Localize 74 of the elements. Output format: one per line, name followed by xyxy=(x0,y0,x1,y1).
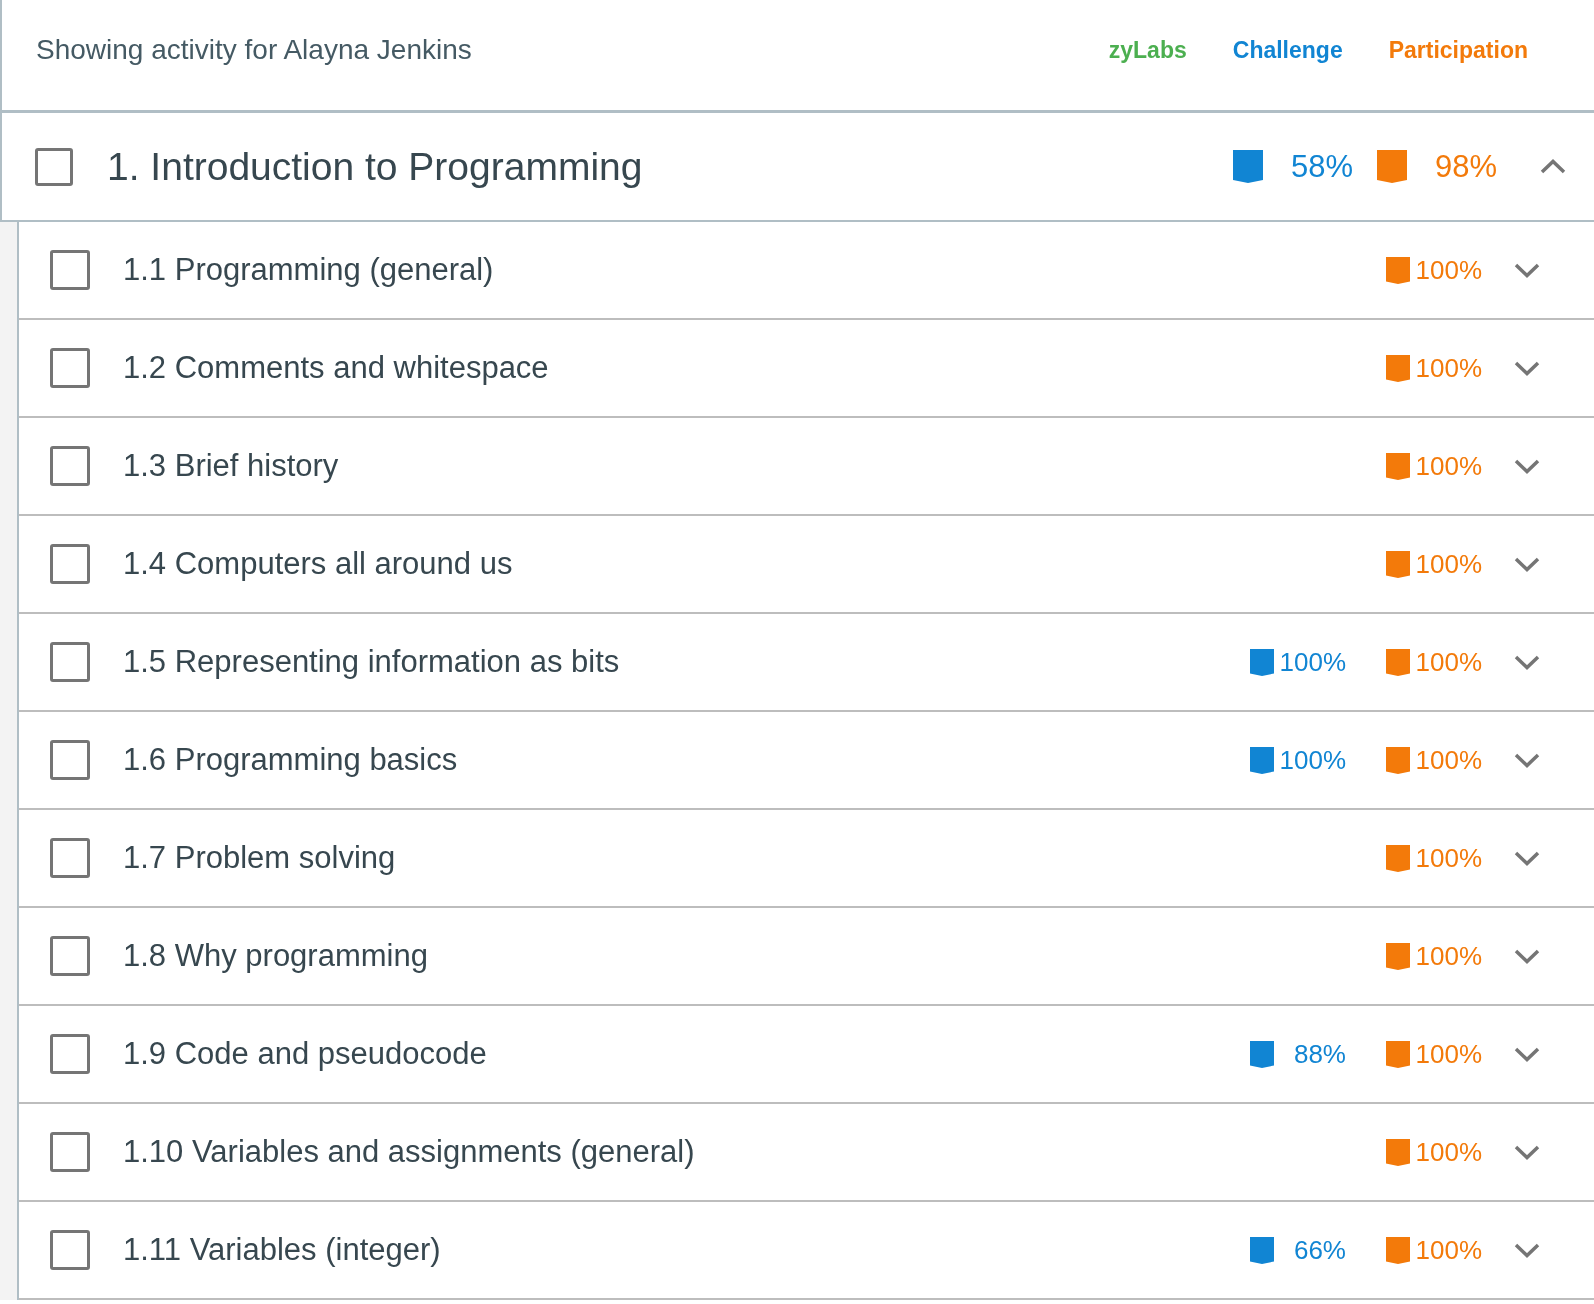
participation-score: 100% xyxy=(1414,254,1482,286)
checkbox[interactable] xyxy=(50,348,90,388)
participation-score: 100% xyxy=(1414,450,1482,482)
participation-score: 100% xyxy=(1414,646,1482,678)
chevron-down-icon[interactable] xyxy=(1514,458,1540,474)
chevron-down-icon[interactable] xyxy=(1514,1046,1540,1062)
legend-label: Challenge xyxy=(1232,36,1343,64)
pennant-icon xyxy=(1386,354,1410,382)
participation-score: 100% xyxy=(1414,940,1482,972)
challenge-score: 88% xyxy=(1292,1038,1346,1070)
section-title: 1.3 Brief history xyxy=(123,448,340,484)
challenge-score: 100% xyxy=(1278,646,1346,678)
challenge-score: 100% xyxy=(1278,744,1346,776)
pennant-icon xyxy=(1233,150,1263,183)
legend-label: zyLabs xyxy=(1108,36,1187,64)
participation-score: 100% xyxy=(1414,1038,1482,1070)
chevron-down-icon[interactable] xyxy=(1514,752,1540,768)
participation-score: 98% xyxy=(1433,148,1497,185)
checkbox[interactable] xyxy=(50,838,90,878)
pennant-icon xyxy=(1386,844,1410,872)
participation-score: 100% xyxy=(1414,548,1482,580)
section-title: 1.4 Computers all around us xyxy=(123,546,514,582)
pennant-icon xyxy=(1377,150,1407,183)
chevron-down-icon[interactable] xyxy=(1514,1242,1540,1258)
checkbox[interactable] xyxy=(50,544,90,584)
chevron-up-icon[interactable] xyxy=(1540,159,1566,174)
challenge-score: 66% xyxy=(1292,1234,1346,1266)
pennant-icon xyxy=(1386,452,1410,480)
checkbox[interactable] xyxy=(50,740,90,780)
chevron-down-icon[interactable] xyxy=(1514,1144,1540,1160)
challenge-score: 58% xyxy=(1289,148,1353,185)
section-title: 1.6 Programming basics xyxy=(123,742,459,778)
checkbox[interactable] xyxy=(50,1132,90,1172)
pennant-icon xyxy=(1386,746,1410,774)
legend-label: Participation xyxy=(1388,36,1528,64)
checkbox[interactable] xyxy=(50,642,90,682)
checkbox[interactable] xyxy=(50,446,90,486)
participation-score: 100% xyxy=(1414,1234,1482,1266)
participation-score: 100% xyxy=(1414,1136,1482,1168)
section-title: 1.8 Why programming xyxy=(123,938,429,974)
section-title: 1.2 Comments and whitespace xyxy=(123,350,550,386)
section-title: 1.11 Variables (integer) xyxy=(123,1232,442,1268)
chevron-down-icon[interactable] xyxy=(1514,360,1540,376)
section-title: 1.1 Programming (general) xyxy=(123,252,495,288)
pennant-icon xyxy=(1250,1236,1274,1264)
pennant-icon xyxy=(1250,746,1274,774)
checkbox[interactable] xyxy=(50,936,90,976)
pennant-icon xyxy=(1386,648,1410,676)
checkbox[interactable] xyxy=(35,147,73,186)
activity-heading: Showing activity for Alayna Jenkins xyxy=(36,34,472,66)
chapter-title: 1. Introduction to Programming xyxy=(107,144,644,189)
pennant-icon xyxy=(1386,256,1410,284)
pennant-icon xyxy=(1386,1138,1410,1166)
chevron-down-icon[interactable] xyxy=(1514,948,1540,964)
participation-score: 100% xyxy=(1414,352,1482,384)
pennant-icon xyxy=(1386,1040,1410,1068)
pennant-icon xyxy=(1386,550,1410,578)
chevron-down-icon[interactable] xyxy=(1514,654,1540,670)
checkbox[interactable] xyxy=(50,250,90,290)
pennant-icon xyxy=(1250,648,1274,676)
chevron-down-icon[interactable] xyxy=(1514,262,1540,278)
chevron-down-icon[interactable] xyxy=(1514,850,1540,866)
section-title: 1.9 Code and pseudocode xyxy=(123,1036,488,1072)
pennant-icon xyxy=(1386,942,1410,970)
checkbox[interactable] xyxy=(50,1230,90,1270)
pennant-icon xyxy=(1250,1040,1274,1068)
section-title: 1.5 Representing information as bits xyxy=(123,644,621,680)
participation-score: 100% xyxy=(1414,744,1482,776)
section-title: 1.7 Problem solving xyxy=(123,840,397,876)
pennant-icon xyxy=(1386,1236,1410,1264)
section-title: 1.10 Variables and assignments (general) xyxy=(123,1134,696,1170)
checkbox[interactable] xyxy=(50,1034,90,1074)
participation-score: 100% xyxy=(1414,842,1482,874)
chevron-down-icon[interactable] xyxy=(1514,556,1540,572)
